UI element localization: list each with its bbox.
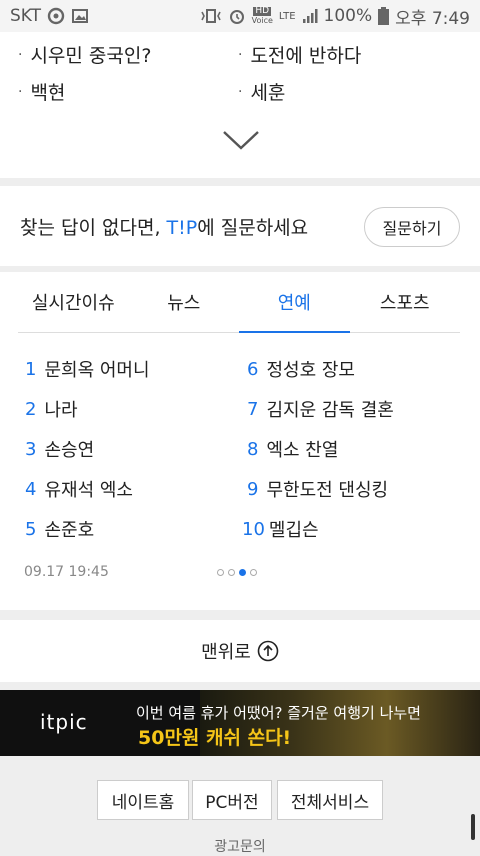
bullet: · — [238, 46, 243, 63]
rank-number: 10 — [242, 518, 265, 540]
vibrate-icon — [200, 9, 221, 23]
scrollbar[interactable] — [471, 814, 475, 840]
keyword: 문희옥 어머니 — [44, 360, 150, 381]
related-item[interactable]: · 시우민 중국인? — [18, 41, 151, 68]
rank-number: 6 — [247, 358, 259, 380]
battery-icon — [378, 7, 390, 25]
pc-version-button[interactable]: PC버전 — [192, 780, 272, 820]
tip-brand[interactable]: T!P — [167, 217, 198, 239]
bullet: · — [238, 83, 243, 100]
tab-realtime[interactable]: 실시간이슈 — [18, 272, 129, 332]
record-icon — [47, 7, 65, 25]
related-searches: · 시우민 중국인? · 도전에 반하다 · 백현 · 세훈 — [0, 32, 480, 178]
keyword: 유재석 엑소 — [44, 480, 133, 501]
banner-line2: 50만원 캐쉬 쏜다! — [138, 727, 292, 749]
image-icon — [72, 9, 89, 23]
trending-item[interactable]: 3 손승연 — [25, 436, 94, 462]
battery-percent: 100% — [323, 6, 373, 26]
related-item[interactable]: · 세훈 — [238, 78, 285, 105]
ad-inquiry-link[interactable]: 광고문의 — [0, 836, 480, 856]
clock: 오후 7:49 — [395, 8, 470, 29]
related-item[interactable]: · 백현 — [18, 78, 65, 105]
chevron-down-icon[interactable] — [222, 128, 260, 152]
trending-item[interactable]: 6 정성호 장모 — [247, 356, 355, 382]
nate-home-button[interactable]: 네이트홈 — [97, 780, 189, 820]
alarm-icon — [229, 10, 244, 24]
tab-sports[interactable]: 스포츠 — [350, 272, 461, 332]
related-item[interactable]: · 도전에 반하다 — [238, 41, 361, 68]
trending-item[interactable]: 2 나라 — [25, 396, 78, 422]
trending-tabs: 실시간이슈 뉴스 연예 스포츠 — [18, 272, 460, 333]
trending-item[interactable]: 7 김지운 감독 결혼 — [247, 396, 394, 422]
arrow-up-circle-icon — [257, 640, 279, 662]
trending-item[interactable]: 4 유재석 엑소 — [25, 476, 133, 502]
trending-item[interactable]: 10 멜깁슨 — [242, 516, 319, 542]
status-bar: SKT HD Voice LTE 100% 오후 7:49 — [0, 0, 480, 32]
keyword: 무한도전 댄싱킹 — [266, 480, 389, 501]
page-dot[interactable] — [228, 569, 235, 576]
rank-number: 2 — [25, 398, 37, 420]
tab-news[interactable]: 뉴스 — [129, 272, 240, 332]
all-services-button[interactable]: 전체서비스 — [277, 780, 383, 820]
rank-number: 5 — [25, 518, 37, 540]
trending-item[interactable]: 5 손준호 — [25, 516, 94, 542]
banner-logo: itpic — [40, 710, 88, 734]
back-to-top-button[interactable]: 맨위로 — [0, 620, 480, 682]
tab-entertainment[interactable]: 연예 — [239, 272, 350, 333]
keyword: 김지운 감독 결혼 — [266, 400, 394, 421]
tip-prompt-text: 찾는 답이 없다면, T!P에 질문하세요 — [20, 217, 309, 239]
rank-number: 4 — [25, 478, 37, 500]
rank-number: 9 — [247, 478, 259, 500]
page-dot-active[interactable] — [239, 569, 246, 576]
lte-indicator: LTE — [278, 10, 296, 22]
keyword: 나라 — [44, 400, 78, 421]
page-dot[interactable] — [217, 569, 224, 576]
bullet: · — [18, 83, 23, 100]
banner-line1: 이번 여름 휴가 어땠어? 즐거운 여행기 나누면 — [136, 704, 421, 722]
trending-item[interactable]: 1 문희옥 어머니 — [25, 356, 150, 382]
carrier-label: SKT — [10, 6, 42, 26]
trending-item[interactable]: 8 엑소 찬열 — [247, 436, 338, 462]
trending-section: 실시간이슈 뉴스 연예 스포츠 1 문희옥 어머니 2 나라 3 손승연 4 유… — [0, 272, 480, 610]
page-dot[interactable] — [250, 569, 257, 576]
rank-number: 3 — [25, 438, 37, 460]
page-indicator[interactable] — [217, 569, 257, 576]
rank-number: 8 — [247, 438, 259, 460]
rank-number: 7 — [247, 398, 259, 420]
footer: 네이트홈 PC버전 전체서비스 광고문의 — [0, 756, 480, 856]
signal-icon — [302, 9, 318, 23]
keyword: 엑소 찬열 — [266, 440, 339, 461]
back-to-top-label: 맨위로 — [201, 642, 251, 663]
keyword: 손준호 — [44, 520, 95, 541]
ask-question-button[interactable]: 질문하기 — [364, 207, 460, 247]
rank-number: 1 — [25, 358, 37, 380]
tip-prompt: 찾는 답이 없다면, T!P에 질문하세요 질문하기 — [0, 186, 480, 266]
update-timestamp: 09.17 19:45 — [24, 564, 109, 580]
hd-voice-indicator: HD Voice — [251, 6, 273, 26]
keyword: 멜깁슨 — [268, 520, 319, 541]
bullet: · — [18, 46, 23, 63]
keyword: 정성호 장모 — [266, 360, 355, 381]
keyword: 손승연 — [44, 440, 95, 461]
trending-item[interactable]: 9 무한도전 댄싱킹 — [247, 476, 388, 502]
promo-banner[interactable]: itpic 이번 여름 휴가 어땠어? 즐거운 여행기 나누면 50만원 캐쉬 … — [0, 690, 480, 756]
